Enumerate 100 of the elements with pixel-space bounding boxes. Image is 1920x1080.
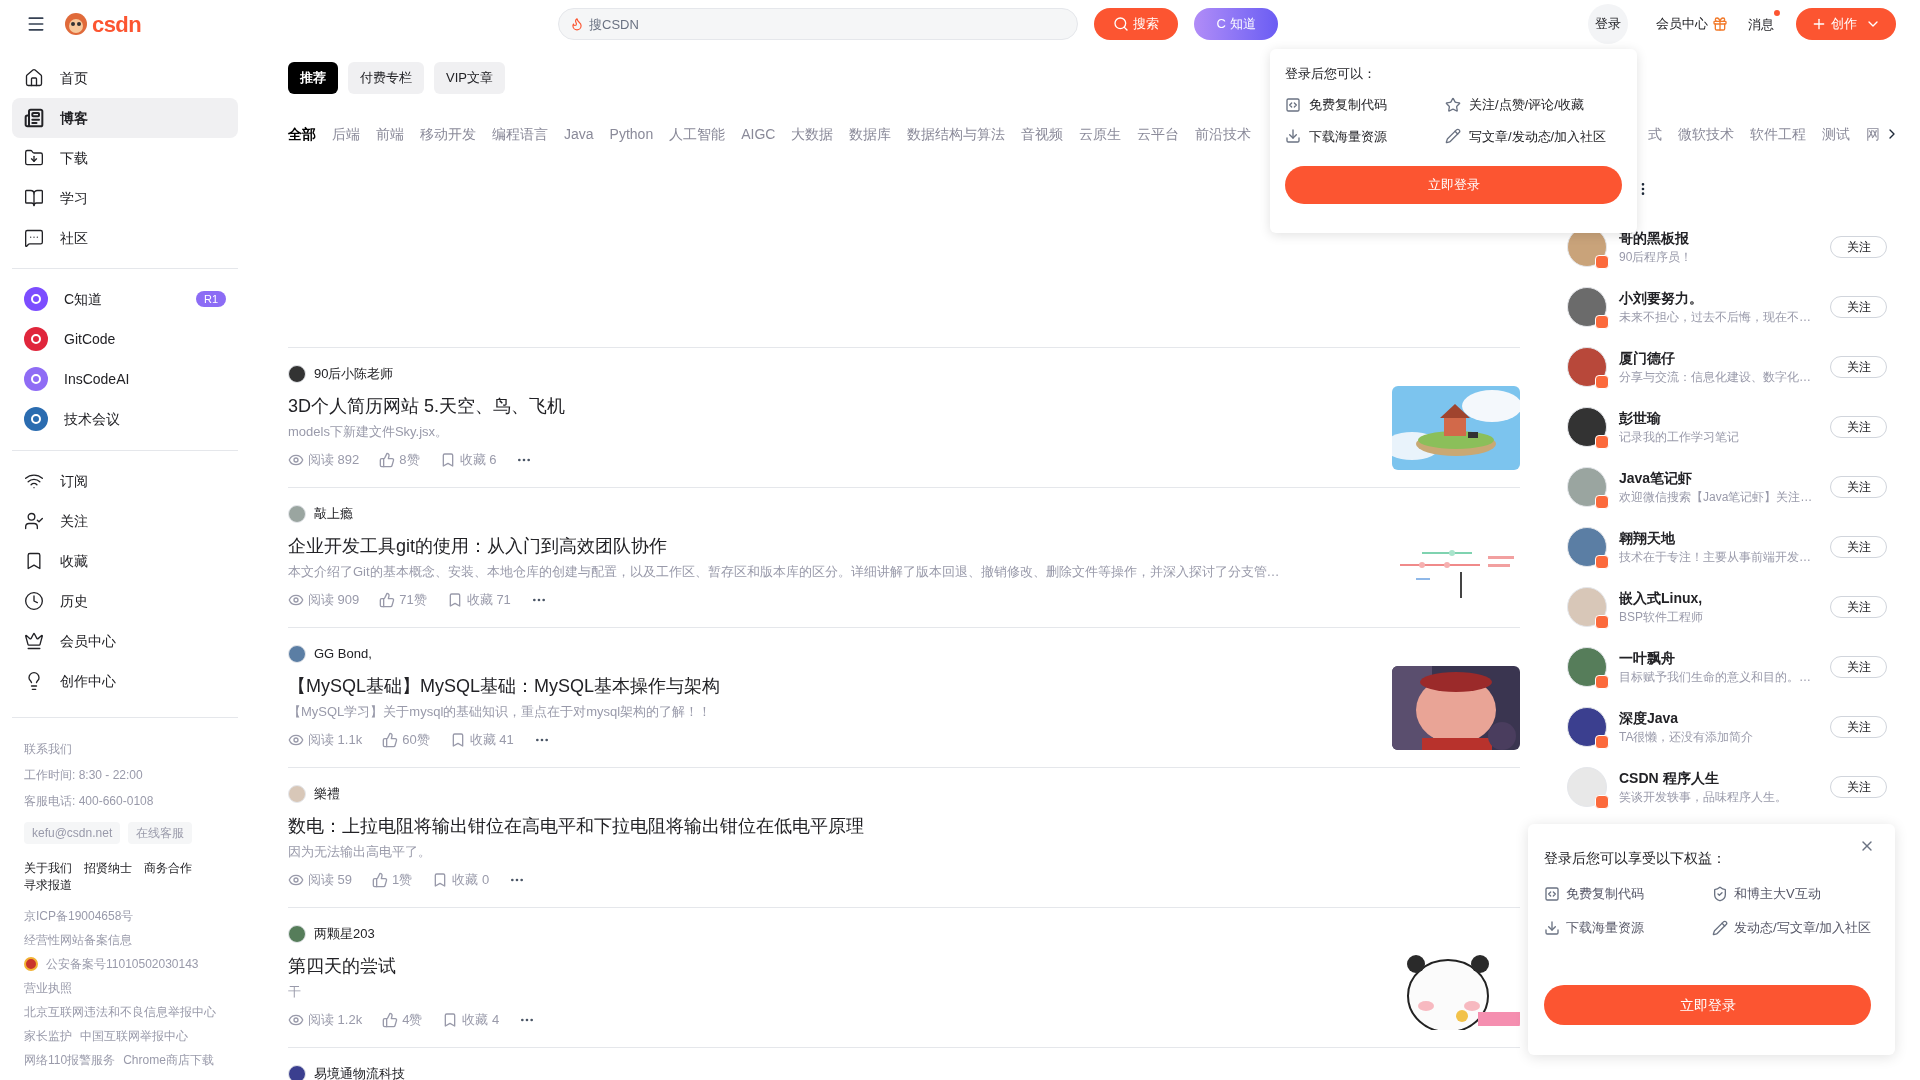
category-tab[interactable]: 后端 — [332, 123, 360, 145]
app-item[interactable]: 技术会议 — [12, 399, 238, 439]
perk-text: 发动态/写文章/加入社区 — [1734, 919, 1873, 937]
article-title[interactable]: 数电：上拉电阻将输出钳位在高电平和下拉电阻将输出钳位在低电平原理 — [288, 814, 1520, 838]
author-name[interactable]: 两颗星203 — [314, 924, 375, 944]
expert-badge-icon — [1595, 435, 1609, 449]
article-title[interactable]: 第四天的尝试 — [288, 954, 1376, 978]
author-bio: 90后程序员！ — [1619, 249, 1694, 266]
category-tab[interactable]: 编程语言 — [492, 123, 548, 145]
author-name[interactable]: 易境通物流科技 — [314, 1064, 405, 1080]
thumbs-up-icon[interactable] — [382, 1012, 399, 1028]
article-summary: 干 — [288, 983, 302, 1001]
author-name[interactable]: 翱翔天地 — [1619, 528, 1829, 548]
vip-link[interactable]: 会员中心 — [1656, 14, 1708, 34]
avatar — [1567, 767, 1607, 807]
category-tab[interactable]: 数据库 — [849, 123, 892, 145]
thumbs-up-icon[interactable] — [382, 732, 399, 748]
nav-item[interactable]: 关注 — [12, 501, 238, 541]
author-name[interactable]: 嵌入式Linux, — [1619, 588, 1829, 608]
article-title[interactable]: 3D个人简历网站 5.天空、鸟、飞机 — [288, 394, 1376, 418]
author-name[interactable]: 彭世瑜 — [1619, 408, 1829, 428]
read-count: 阅读 892 — [308, 451, 360, 470]
author-bio: 分享与交流：信息化建设、数字化… — [1619, 369, 1812, 386]
nav-item[interactable]: 博客 — [12, 98, 238, 138]
nav-item[interactable]: 收藏 — [12, 541, 238, 581]
author-name[interactable]: 敲上瘾 — [314, 504, 353, 524]
category-tab[interactable]: 云原生 — [1079, 123, 1122, 145]
footer-link[interactable]: 关于我们 — [24, 860, 72, 877]
category-tab[interactable]: 大数据 — [791, 123, 834, 145]
author-bio: 记录我的工作学习笔记 — [1619, 429, 1740, 446]
pencil-icon — [1445, 128, 1461, 145]
app-item[interactable]: GitCode — [12, 319, 238, 359]
pencil-icon — [1712, 920, 1728, 936]
search-field[interactable]: 搜CSDN — [558, 8, 1078, 40]
messages-link[interactable]: 消息 — [1748, 17, 1774, 32]
footer-link[interactable]: 商务合作 — [144, 860, 192, 877]
feed-tab[interactable]: VIP文章 — [434, 62, 505, 94]
star-icon — [1445, 96, 1461, 113]
author-name[interactable]: 一叶飘舟 — [1619, 648, 1829, 668]
category-tab[interactable]: 前端 — [376, 123, 404, 145]
nav-item[interactable]: 会员中心 — [12, 621, 238, 661]
nav-icon — [24, 148, 44, 168]
category-tab[interactable]: 音视频 — [1021, 123, 1064, 145]
contact-text: 客服电话: 400-660-0108 — [24, 793, 155, 810]
expert-badge-icon — [1595, 255, 1609, 269]
category-tab[interactable]: 前沿技术 — [1195, 123, 1252, 145]
author-name[interactable]: 深度Java — [1619, 708, 1829, 728]
thumbs-up-icon[interactable] — [379, 452, 396, 468]
thumbs-up-icon[interactable] — [372, 872, 389, 888]
article-title[interactable]: 【MySQL基础】MySQL基础：MySQL基本操作与架构 — [288, 674, 1376, 698]
author-name[interactable]: 樂禮 — [314, 784, 340, 804]
category-tab[interactable]: 数据结构与算法 — [907, 123, 1006, 145]
login-button[interactable]: 登录 — [1588, 4, 1628, 44]
category-tab[interactable]: 式 — [1648, 123, 1662, 145]
save-count: 收藏 0 — [452, 871, 490, 890]
category-tab[interactable]: Python — [609, 123, 654, 145]
nav-item[interactable]: 下载 — [12, 138, 238, 178]
nav-item[interactable]: 社区 — [12, 218, 238, 258]
author-name[interactable]: 90后小陈老师 — [314, 364, 394, 384]
category-tab[interactable]: 移动开发 — [420, 123, 476, 145]
feed-tab[interactable]: 付费专栏 — [348, 62, 424, 94]
feed-tab[interactable]: 推荐 — [288, 62, 338, 94]
article-summary: 因为无法输出高电平了。 — [288, 843, 432, 861]
category-tab[interactable]: 人工智能 — [669, 123, 726, 145]
category-tab[interactable]: AIGC — [741, 123, 776, 145]
code-icon — [1285, 96, 1301, 113]
nav-item[interactable]: 学习 — [12, 178, 238, 218]
avatar — [1567, 707, 1607, 747]
category-tab[interactable]: Java — [564, 123, 594, 145]
nav-item[interactable]: 首页 — [12, 58, 238, 98]
author-name[interactable]: 厦门德仔 — [1619, 348, 1829, 368]
footer-link[interactable]: 招贤纳士 — [84, 860, 132, 877]
nav-item[interactable]: 订阅 — [12, 461, 238, 501]
avatar — [288, 645, 306, 663]
category-tab[interactable]: 全部 — [288, 123, 316, 145]
category-tab[interactable]: 网 — [1866, 123, 1880, 145]
category-tab[interactable]: 测试 — [1822, 123, 1850, 145]
nav-icon — [24, 511, 44, 531]
read-count: 阅读 1.2k — [308, 1011, 363, 1030]
thumbs-up-icon[interactable] — [379, 592, 396, 608]
article-title[interactable]: 企业开发工具git的使用：从入门到高效团队协作 — [288, 534, 1376, 558]
author-bio: 笑谈开发轶事，品味程序人生。 — [1619, 789, 1788, 806]
avatar — [288, 1065, 306, 1080]
author-name[interactable]: GG Bond, — [314, 644, 372, 664]
author-name[interactable]: 小刘要努力。 — [1619, 288, 1829, 308]
nav-icon — [24, 591, 44, 611]
nav-item[interactable]: 历史 — [12, 581, 238, 621]
category-tab[interactable]: 微软技术 — [1678, 123, 1734, 145]
plus-icon — [1811, 16, 1827, 32]
author-name[interactable]: CSDN 程序人生 — [1619, 768, 1829, 788]
category-tab[interactable]: 云平台 — [1137, 123, 1180, 145]
menu-icon[interactable] — [26, 14, 46, 34]
footer-link[interactable]: 寻求报道 — [24, 877, 72, 894]
avatar — [288, 505, 306, 523]
expert-badge-icon — [1595, 795, 1609, 809]
author-name[interactable]: Java笔记虾 — [1619, 468, 1829, 488]
app-item[interactable]: InsCodeAI — [12, 359, 238, 399]
nav-item[interactable]: 创作中心 — [12, 661, 238, 701]
app-item[interactable]: C知道 R1 — [12, 279, 238, 319]
category-tab[interactable]: 软件工程 — [1750, 123, 1806, 145]
